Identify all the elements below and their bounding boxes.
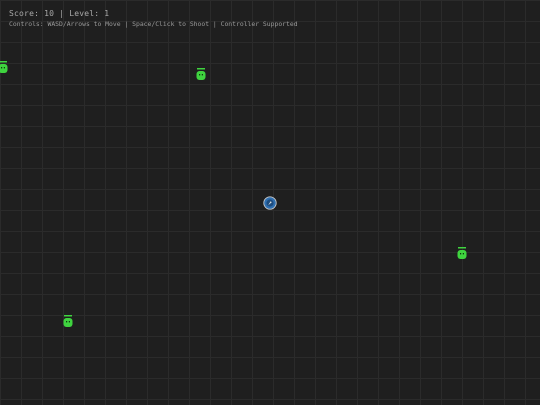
- controls-hint-text: Controls: WASD/Arrows to Move | Space/Cl…: [9, 20, 298, 28]
- player-ship-icon: [263, 196, 277, 210]
- score-level-text: Score: 10 | Level: 1: [9, 9, 110, 18]
- enemy-slime-icon: [0, 61, 8, 73]
- enemy-slime-icon: [63, 315, 73, 327]
- enemy-slime-icon: [196, 68, 206, 80]
- game-canvas[interactable]: Score: 10 | Level: 1 Controls: WASD/Arro…: [0, 0, 540, 405]
- enemy-slime-icon: [457, 247, 467, 259]
- hud: Score: 10 | Level: 1 Controls: WASD/Arro…: [9, 8, 298, 29]
